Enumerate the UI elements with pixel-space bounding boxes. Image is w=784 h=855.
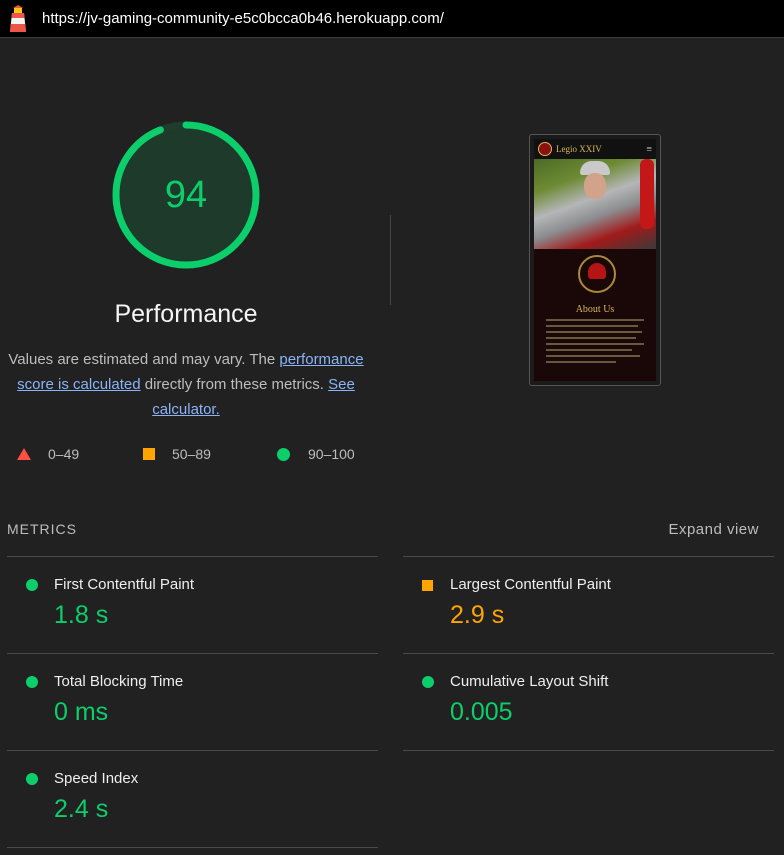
green-circle-icon bbox=[26, 773, 38, 785]
metric-divider bbox=[403, 750, 774, 751]
metric-speed-index: Speed Index 2.4 s bbox=[7, 751, 378, 847]
page-url[interactable]: https://jv-gaming-community-e5c0bcca0b46… bbox=[42, 10, 444, 27]
metric-total-blocking-time: Total Blocking Time 0 ms bbox=[7, 654, 378, 750]
green-circle-icon bbox=[422, 676, 434, 688]
thumbnail-about-section: About Us bbox=[534, 249, 656, 381]
green-circle-icon bbox=[26, 579, 38, 591]
orange-square-icon bbox=[422, 580, 433, 591]
legion-emblem-icon bbox=[578, 255, 616, 293]
vertical-divider bbox=[390, 215, 391, 305]
performance-title: Performance bbox=[114, 300, 258, 328]
thumbnail-site-header: Legio XXIV ≡ bbox=[534, 139, 656, 159]
page-screenshot-thumbnail[interactable]: Legio XXIV ≡ About Us bbox=[529, 134, 661, 386]
site-logo-icon bbox=[538, 142, 552, 156]
green-circle-icon bbox=[26, 676, 38, 688]
metric-label: Largest Contentful Paint bbox=[450, 576, 611, 593]
metric-value: 1.8 s bbox=[54, 601, 109, 629]
metric-label: Cumulative Layout Shift bbox=[450, 673, 609, 690]
legend-item-average: 50–89 bbox=[143, 446, 211, 462]
thumbnail-about-title: About Us bbox=[575, 304, 615, 315]
metric-value: 2.4 s bbox=[54, 795, 109, 823]
lighthouse-icon bbox=[10, 4, 26, 32]
metric-label: Total Blocking Time bbox=[54, 673, 184, 690]
legend-range: 0–49 bbox=[48, 446, 80, 462]
metric-value: 0 ms bbox=[54, 698, 109, 726]
description-text-1: Values are estimated and may vary. The bbox=[8, 351, 280, 368]
expand-view-toggle[interactable]: Expand view bbox=[668, 521, 759, 538]
metric-label: First Contentful Paint bbox=[54, 576, 195, 593]
legend-item-pass: 90–100 bbox=[277, 446, 355, 462]
thumbnail-site-title: Legio XXIV bbox=[556, 144, 602, 154]
metric-first-contentful-paint: First Contentful Paint 1.8 s bbox=[7, 557, 378, 653]
green-circle-icon bbox=[277, 447, 290, 461]
hamburger-menu-icon: ≡ bbox=[646, 143, 652, 155]
red-triangle-icon bbox=[17, 448, 31, 460]
performance-gauge: 94 bbox=[109, 118, 263, 272]
legend-range: 50–89 bbox=[172, 446, 211, 462]
url-bar: https://jv-gaming-community-e5c0bcca0b46… bbox=[0, 0, 784, 38]
description-text-2: directly from these metrics. bbox=[140, 376, 329, 393]
metric-cumulative-layout-shift: Cumulative Layout Shift 0.005 bbox=[403, 654, 774, 750]
metric-largest-contentful-paint: Largest Contentful Paint 2.9 s bbox=[403, 557, 774, 653]
thumbnail-body-text bbox=[546, 319, 644, 367]
orange-square-icon bbox=[143, 448, 155, 460]
metric-value: 0.005 bbox=[450, 698, 513, 726]
metrics-heading: METRICS bbox=[7, 521, 77, 537]
metric-value: 2.9 s bbox=[450, 601, 505, 629]
performance-description: Values are estimated and may vary. The p… bbox=[0, 347, 372, 422]
metric-divider bbox=[7, 847, 378, 848]
metric-label: Speed Index bbox=[54, 770, 139, 787]
thumbnail-hero-image bbox=[534, 159, 656, 249]
legend-range: 90–100 bbox=[308, 446, 355, 462]
performance-score: 94 bbox=[164, 173, 208, 216]
soldier-face bbox=[584, 173, 606, 199]
helmet-plume bbox=[640, 159, 654, 229]
legend-item-fail: 0–49 bbox=[17, 446, 79, 462]
score-legend: 0–49 50–89 90–100 bbox=[0, 446, 372, 466]
